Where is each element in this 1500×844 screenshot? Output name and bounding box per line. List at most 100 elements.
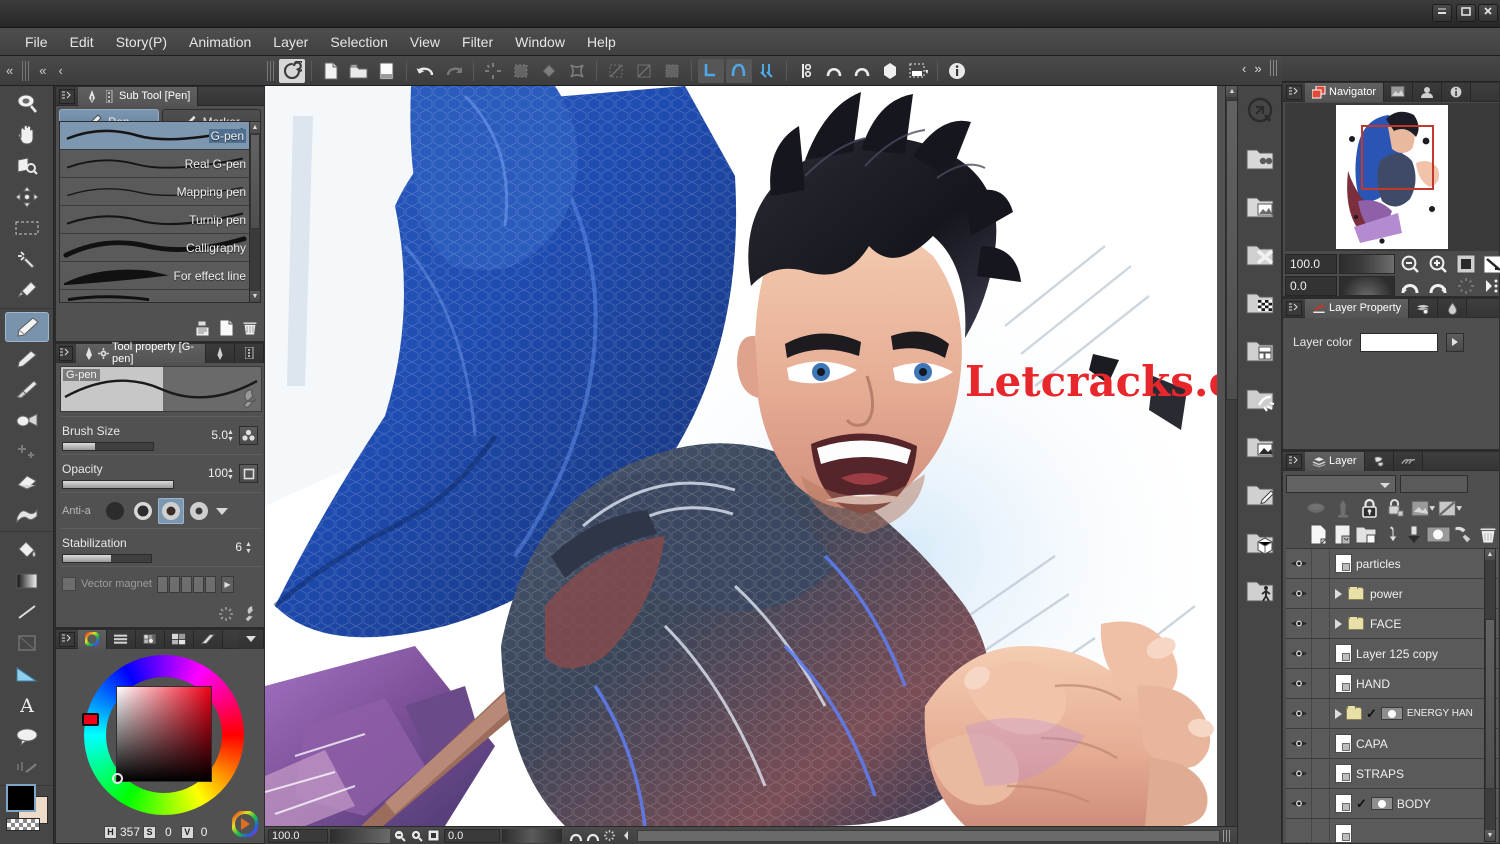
folder-expand-icon[interactable] bbox=[1335, 588, 1342, 599]
fill-selection-icon[interactable] bbox=[508, 59, 534, 83]
sub-tool-item-g-pen[interactable]: G-pen bbox=[60, 122, 250, 150]
scroll-left-icon[interactable] bbox=[619, 828, 634, 843]
scroll-up-icon[interactable]: ▲ bbox=[1485, 549, 1495, 560]
lock-layer-icon[interactable] bbox=[1357, 497, 1382, 520]
value-value[interactable]: 0 bbox=[201, 825, 208, 839]
reset-icon[interactable] bbox=[215, 603, 237, 625]
move-layer-tool[interactable] bbox=[5, 182, 49, 212]
layer-row-energy-hand[interactable]: ✓ ENERGY HAN bbox=[1286, 699, 1498, 729]
material-3d-icon[interactable] bbox=[1241, 519, 1279, 566]
tab-sub-tool[interactable]: Sub Tool [Pen] bbox=[78, 86, 199, 106]
opacity-slider[interactable] bbox=[62, 480, 174, 489]
sub-tool-list[interactable]: G-pen Real G-pen Mapping pen Turnip pen … bbox=[59, 121, 251, 303]
main-color-chip[interactable] bbox=[6, 784, 36, 812]
layer-visibility-toggle[interactable] bbox=[1286, 549, 1312, 578]
layer-lock-cell[interactable] bbox=[1312, 609, 1330, 638]
tab-color-set[interactable] bbox=[136, 629, 165, 649]
scroll-down-icon[interactable]: ▼ bbox=[1485, 830, 1495, 841]
antialias-option-medium[interactable] bbox=[158, 498, 184, 524]
frame-border-tool[interactable] bbox=[5, 628, 49, 658]
maximize-button[interactable] bbox=[1456, 4, 1476, 22]
rotate-ccw-icon[interactable] bbox=[568, 828, 583, 843]
zoom-out-icon[interactable] bbox=[1397, 253, 1423, 275]
navigator-zoom-slider[interactable] bbox=[1339, 254, 1395, 274]
menu-edit[interactable]: Edit bbox=[59, 30, 105, 54]
brush-size-value[interactable]: 5.0 bbox=[211, 428, 228, 442]
eraser-tool[interactable] bbox=[5, 467, 49, 497]
layer-lock-cell[interactable] bbox=[1312, 759, 1330, 788]
pencil-tool[interactable] bbox=[5, 343, 49, 373]
fill-bucket-tool[interactable] bbox=[5, 535, 49, 565]
rotation-ramp[interactable] bbox=[502, 828, 562, 843]
flip-horizontal-icon[interactable] bbox=[1481, 253, 1500, 275]
panel-menu-icon[interactable] bbox=[1286, 300, 1302, 316]
layer-row-particles[interactable]: particles bbox=[1286, 549, 1498, 579]
brush-size-stepper[interactable]: ▲ ▼ bbox=[227, 428, 236, 444]
snap-curve-icon[interactable] bbox=[725, 58, 752, 83]
antialias-option-weak[interactable] bbox=[130, 498, 156, 524]
layer-row-next[interactable] bbox=[1286, 819, 1498, 842]
zoom-in-icon[interactable] bbox=[409, 828, 424, 843]
transfer-down-icon[interactable] bbox=[1379, 523, 1402, 546]
select-none-icon[interactable] bbox=[603, 59, 629, 83]
folder-expand-icon[interactable] bbox=[1335, 708, 1342, 719]
clip-below-icon[interactable] bbox=[1411, 497, 1436, 520]
menu-view[interactable]: View bbox=[399, 30, 451, 54]
scroll-thumb[interactable] bbox=[1485, 619, 1495, 789]
menu-animation[interactable]: Animation bbox=[178, 30, 262, 54]
brush-size-slider[interactable] bbox=[62, 442, 154, 451]
text-tool[interactable]: A bbox=[5, 690, 49, 720]
layer-visibility-toggle[interactable] bbox=[1286, 699, 1312, 728]
material-pose-icon[interactable] bbox=[1241, 567, 1279, 614]
tab-layer[interactable]: Layer bbox=[1305, 451, 1365, 471]
command-bar-grip-2[interactable] bbox=[266, 60, 275, 81]
layer-list[interactable]: particles power FACE Layer 125 copy HAND… bbox=[1286, 548, 1498, 842]
layer-row-power[interactable]: power bbox=[1286, 579, 1498, 609]
mirror-icon[interactable] bbox=[1481, 275, 1500, 297]
new-subtool-icon[interactable] bbox=[216, 318, 236, 338]
figure-line-tool[interactable] bbox=[5, 597, 49, 627]
color-box-icon[interactable] bbox=[905, 59, 931, 83]
speech-balloon-tool[interactable] bbox=[5, 721, 49, 751]
info-icon[interactable] bbox=[944, 59, 970, 83]
rotate-cw-icon[interactable] bbox=[585, 828, 600, 843]
sv-marker[interactable] bbox=[112, 773, 123, 784]
material-photo-icon[interactable] bbox=[1241, 423, 1279, 470]
mask-enabled-check-icon[interactable]: ✓ bbox=[1356, 796, 1367, 812]
magnifier-tool[interactable] bbox=[5, 89, 49, 119]
delete-layer-icon[interactable] bbox=[1476, 523, 1499, 546]
layer-row-body[interactable]: ✓ BODY bbox=[1286, 789, 1498, 819]
material-image-icon[interactable] bbox=[1241, 183, 1279, 230]
menu-story[interactable]: Story(P) bbox=[105, 30, 178, 54]
decoration-tool[interactable] bbox=[5, 436, 49, 466]
layer-mask-icon[interactable] bbox=[1426, 523, 1451, 546]
tab-subtool-detail[interactable] bbox=[235, 343, 264, 363]
navigator-viewport-rect[interactable] bbox=[1361, 125, 1434, 190]
rotate-right-icon[interactable] bbox=[1425, 275, 1451, 297]
transform-icon[interactable] bbox=[564, 59, 590, 83]
paint-bucket-icon[interactable] bbox=[536, 59, 562, 83]
layer-row-straps[interactable]: STRAPS bbox=[1286, 759, 1498, 789]
settings-wrench-icon[interactable] bbox=[239, 603, 261, 625]
vector-magnet-checkbox[interactable] bbox=[62, 577, 76, 591]
folder-expand-icon[interactable] bbox=[1335, 618, 1342, 629]
layer-lock-cell[interactable] bbox=[1312, 699, 1330, 728]
sub-tool-item-for-effect-line[interactable]: For effect line bbox=[60, 262, 250, 290]
color-panel-overflow-icon[interactable] bbox=[239, 629, 264, 649]
layer-visibility-toggle[interactable] bbox=[1286, 609, 1312, 638]
opacity-stepper[interactable]: ▲ ▼ bbox=[227, 466, 236, 482]
layer-lock-cell[interactable] bbox=[1312, 729, 1330, 758]
tab-timeline[interactable] bbox=[1393, 451, 1423, 471]
mask-enable-icon[interactable] bbox=[1438, 497, 1463, 520]
rotate-canvas-tool[interactable] bbox=[5, 151, 49, 181]
zoom-in-icon[interactable] bbox=[1425, 253, 1451, 275]
layer-opacity-field[interactable] bbox=[1400, 475, 1468, 493]
tab-approximate-color[interactable] bbox=[194, 629, 223, 649]
new-file-icon[interactable] bbox=[318, 59, 344, 83]
pen-tool[interactable] bbox=[4, 312, 49, 342]
layer-row-face[interactable]: FACE bbox=[1286, 609, 1498, 639]
menu-selection[interactable]: Selection bbox=[319, 30, 399, 54]
gradient-tool[interactable] bbox=[5, 566, 49, 596]
chevron-left-icon[interactable]: ‹ bbox=[52, 63, 68, 78]
canvas-vertical-scrollbar[interactable]: ▲ bbox=[1225, 86, 1238, 826]
